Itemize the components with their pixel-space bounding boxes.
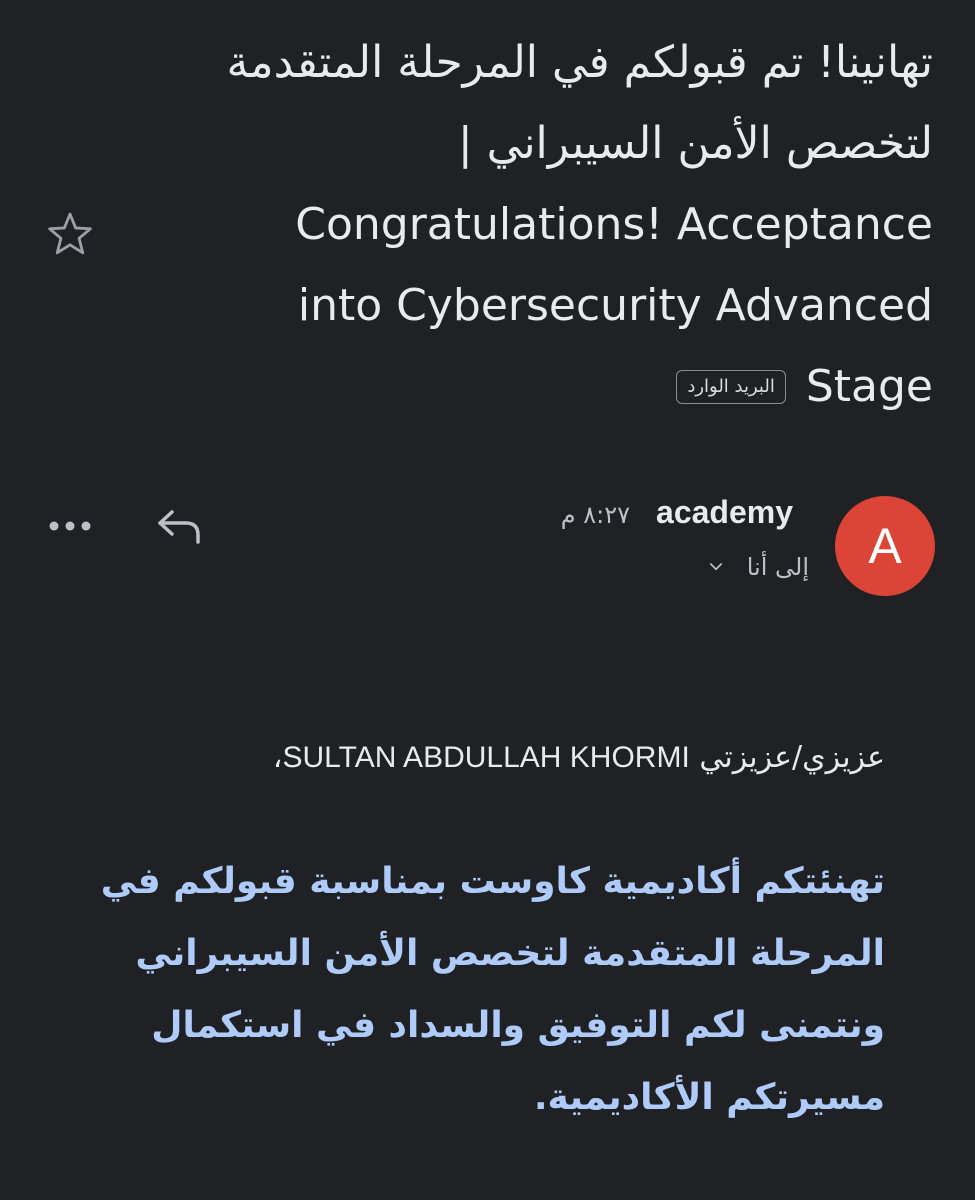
chevron-down-icon bbox=[709, 563, 722, 571]
avatar-letter: A bbox=[868, 518, 902, 574]
sender-avatar[interactable]: A bbox=[835, 496, 935, 596]
sender-name[interactable]: academy bbox=[656, 494, 793, 531]
subject-line-5: Stage bbox=[805, 361, 933, 412]
sent-time: ٨:٢٧ م bbox=[560, 501, 631, 529]
email-subject: تهانينا! تم قبولكم في المرحلة المتقدمة ل… bbox=[193, 22, 933, 427]
sender-header: academy ٨:٢٧ م bbox=[561, 494, 793, 531]
subject-line-3: Congratulations! Acceptance bbox=[295, 199, 933, 250]
subject-line-2: لتخصص الأمن السيبراني | bbox=[457, 118, 933, 169]
recipient-name: SULTAN ABDULLAH KHORMI bbox=[282, 741, 690, 774]
recipient-details-toggle[interactable]: إلى أنا bbox=[707, 553, 809, 581]
more-horizontal-icon[interactable] bbox=[46, 515, 94, 537]
reply-icon[interactable] bbox=[154, 506, 206, 546]
star-outline-icon[interactable] bbox=[44, 208, 96, 260]
body-line-1: تهنئتكم أكاديمية كاوست بمناسبة قبولكم في bbox=[100, 861, 885, 902]
greeting-line: عزيزي/عزيزتي SULTAN ABDULLAH KHORMI، bbox=[273, 740, 885, 775]
subject-line-4: into Cybersecurity Advanced bbox=[297, 280, 933, 331]
body-line-2: المرحلة المتقدمة لتخصص الأمن السيبراني bbox=[135, 933, 885, 974]
message-body: تهنئتكم أكاديمية كاوست بمناسبة قبولكم في… bbox=[85, 846, 885, 1134]
body-line-4: مسيرتكم الأكاديمية. bbox=[533, 1077, 885, 1118]
body-line-3: ونتمنى لكم التوفيق والسداد في استكمال bbox=[151, 1005, 885, 1046]
subject-line-5-row: البريد الوارد Stage bbox=[193, 346, 933, 427]
subject-line-1: تهانينا! تم قبولكم في المرحلة المتقدمة bbox=[226, 37, 933, 88]
recipient-label: إلى أنا bbox=[746, 553, 809, 581]
greeting-prefix: عزيزي/عزيزتي bbox=[699, 740, 885, 775]
inbox-label-chip[interactable]: البريد الوارد bbox=[676, 369, 786, 404]
